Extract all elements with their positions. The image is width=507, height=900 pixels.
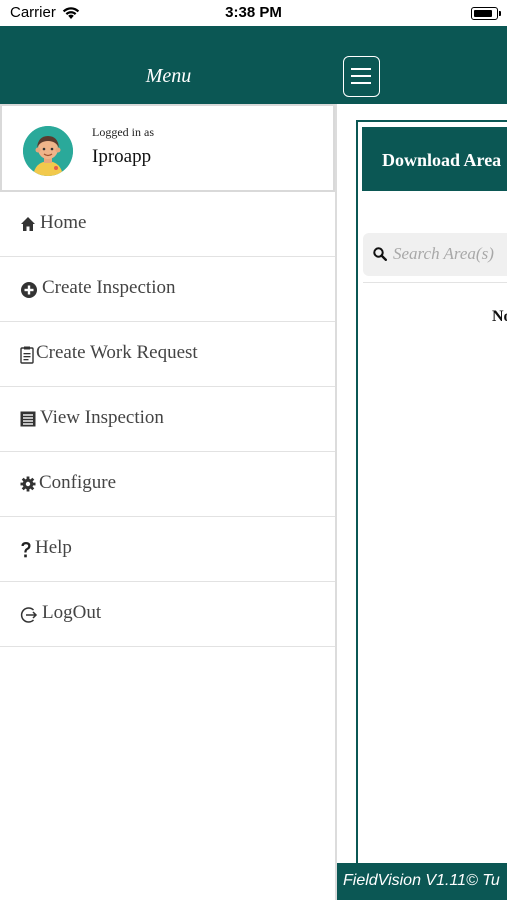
search-box[interactable] <box>363 233 507 276</box>
search-input[interactable] <box>393 241 507 267</box>
panel-title: Download Area <box>382 150 502 170</box>
gear-icon <box>20 476 38 494</box>
battery-level <box>473 9 493 17</box>
nav-item-create-work-request[interactable]: Create Work Request <box>0 322 335 387</box>
hamburger-icon[interactable] <box>343 56 380 97</box>
footer-text: FieldVision V1.11© Tu <box>343 872 500 889</box>
battery-icon <box>471 7 501 20</box>
nav-item-help[interactable]: Help <box>0 517 335 582</box>
nav-item-configure[interactable]: Configure <box>0 452 335 517</box>
status-bar: Carrier 3:38 PM <box>0 0 507 26</box>
nav-label-configure: Configure <box>39 472 117 493</box>
divider <box>363 282 507 283</box>
list-icon <box>20 411 38 429</box>
panel-header: Download Area <box>362 127 507 191</box>
logged-in-label: Logged in as <box>92 125 154 139</box>
search-icon <box>373 247 387 266</box>
nav-label-home: Home <box>40 212 87 233</box>
logout-icon <box>20 606 38 624</box>
clock: 3:38 PM <box>225 4 282 21</box>
menu-title: Menu <box>145 65 192 87</box>
user-name: Iproapp <box>92 146 152 167</box>
nav-label-logout: LogOut <box>42 602 102 623</box>
nav-item-home[interactable]: Home <box>0 192 335 257</box>
avatar <box>23 126 73 176</box>
nav-item-view-inspection[interactable]: View Inspection <box>0 387 335 452</box>
nav-item-create-inspection[interactable]: Create Inspection <box>0 257 335 322</box>
nav-label-create-work-request: Create Work Request <box>36 342 198 363</box>
home-icon <box>20 216 38 234</box>
plus-circle-icon <box>20 281 38 299</box>
footer-bar: FieldVision V1.11© Tu <box>337 863 507 900</box>
nav-label-help: Help <box>35 537 72 558</box>
empty-state-text: No <box>492 308 507 325</box>
nav-label-view-inspection: View Inspection <box>40 407 164 428</box>
side-drawer: Logged in as Iproapp Home Create Inspect… <box>0 104 337 900</box>
profile-card: Logged in as Iproapp <box>0 104 335 192</box>
nav-label-create-inspection: Create Inspection <box>42 277 176 298</box>
nav-item-logout[interactable]: LogOut <box>0 582 335 647</box>
download-area-panel <box>356 120 507 865</box>
